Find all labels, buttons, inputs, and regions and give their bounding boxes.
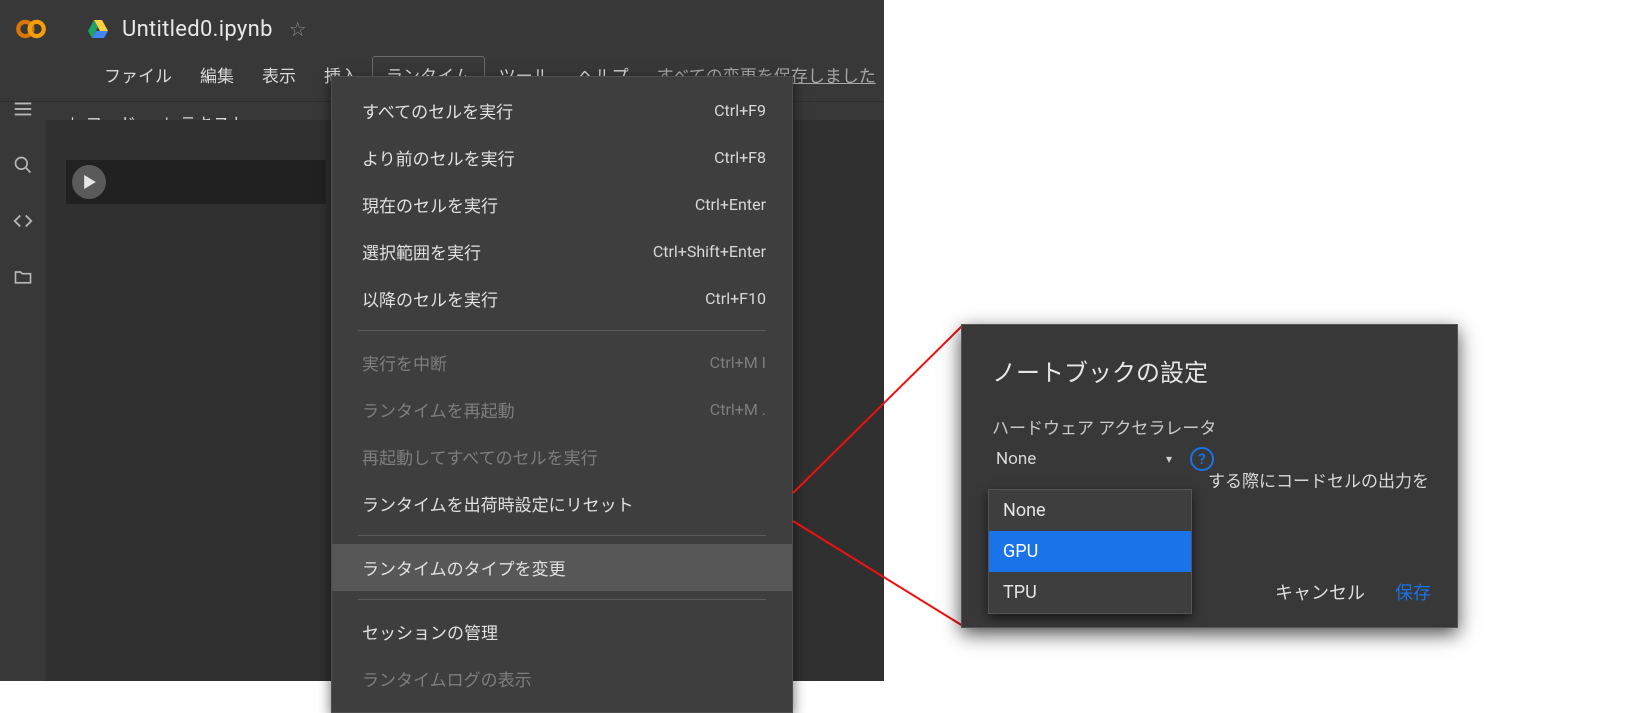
- menu-run-after[interactable]: 以降のセルを実行 Ctrl+F10: [332, 275, 792, 322]
- menu-item-label: ランタイムを再起動: [362, 397, 515, 422]
- menu-interrupt: 実行を中断 Ctrl+M I: [332, 339, 792, 386]
- dialog-title: ノートブックの設定: [992, 353, 1427, 388]
- menu-edit[interactable]: 編集: [186, 56, 248, 93]
- hardware-accelerator-label: ハードウェア アクセラレータ: [992, 414, 1427, 439]
- save-button[interactable]: 保存: [1395, 579, 1431, 605]
- colab-logo-icon: [10, 8, 52, 50]
- runtime-dropdown-menu: すべてのセルを実行 Ctrl+F9 より前のセルを実行 Ctrl+F8 現在のセ…: [331, 76, 793, 713]
- menu-item-label: 選択範囲を実行: [362, 239, 481, 264]
- menu-run-before[interactable]: より前のセルを実行 Ctrl+F8: [332, 134, 792, 181]
- chevron-down-icon: ▾: [1166, 452, 1172, 466]
- menu-item-shortcut: Ctrl+M .: [710, 400, 766, 419]
- menu-item-shortcut: Ctrl+Shift+Enter: [653, 242, 766, 261]
- menu-run-all[interactable]: すべてのセルを実行 Ctrl+F9: [332, 87, 792, 134]
- accelerator-option-none[interactable]: None: [989, 490, 1191, 531]
- menu-manage-sessions[interactable]: セッションの管理: [332, 608, 792, 655]
- menu-item-label: 現在のセルを実行: [362, 192, 498, 217]
- hardware-accelerator-select[interactable]: None ▾: [992, 445, 1176, 473]
- menu-item-shortcut: Ctrl+F9: [714, 101, 766, 120]
- accelerator-option-tpu[interactable]: TPU: [989, 572, 1191, 613]
- menu-separator: [358, 330, 766, 331]
- menu-run-selection[interactable]: 選択範囲を実行 Ctrl+Shift+Enter: [332, 228, 792, 275]
- menu-item-shortcut: Ctrl+Enter: [695, 195, 766, 214]
- menu-restart-run-all: 再起動してすべてのセルを実行: [332, 433, 792, 480]
- menu-item-label: 以降のセルを実行: [362, 286, 498, 311]
- menu-item-shortcut: Ctrl+M I: [710, 353, 766, 372]
- code-snippets-icon[interactable]: [12, 210, 34, 232]
- menu-item-label: より前のセルを実行: [362, 145, 515, 170]
- menu-restart: ランタイムを再起動 Ctrl+M .: [332, 386, 792, 433]
- menu-run-current[interactable]: 現在のセルを実行 Ctrl+Enter: [332, 181, 792, 228]
- code-cell[interactable]: [66, 160, 326, 204]
- menu-view[interactable]: 表示: [248, 56, 310, 93]
- menu-item-label: ランタイムログの表示: [362, 666, 532, 691]
- topbar: Untitled0.ipynb ☆: [0, 0, 884, 50]
- menu-item-label: セッションの管理: [362, 619, 498, 644]
- menu-item-label: ランタイムのタイプを変更: [362, 555, 566, 580]
- star-icon[interactable]: ☆: [289, 17, 307, 41]
- menu-separator: [358, 535, 766, 536]
- notebook-settings-dialog: ノートブックの設定 ハードウェア アクセラレータ None ▾ ? する際にコー…: [961, 324, 1458, 628]
- files-icon[interactable]: [12, 266, 34, 288]
- left-sidebar: [0, 80, 46, 680]
- toc-icon[interactable]: [12, 98, 34, 120]
- menu-item-label: 再起動してすべてのセルを実行: [362, 444, 598, 469]
- colab-window: Untitled0.ipynb ☆ ファイル 編集 表示 挿入 ランタイム ツー…: [0, 0, 884, 681]
- accelerator-dropdown-list: None GPU TPU: [988, 489, 1192, 614]
- search-icon[interactable]: [12, 154, 34, 176]
- menu-item-label: ランタイムを出荷時設定にリセット: [362, 491, 634, 516]
- menu-factory-reset[interactable]: ランタイムを出荷時設定にリセット: [332, 480, 792, 527]
- menu-item-label: すべてのセルを実行: [362, 98, 513, 123]
- run-cell-button[interactable]: [72, 165, 106, 199]
- menu-runtime-logs: ランタイムログの表示: [332, 655, 792, 702]
- menu-separator: [358, 599, 766, 600]
- menu-item-label: 実行を中断: [362, 350, 447, 375]
- menu-change-runtime-type[interactable]: ランタイムのタイプを変更: [332, 544, 792, 591]
- menu-item-shortcut: Ctrl+F8: [714, 148, 766, 167]
- dialog-hint-text: する際にコードセルの出力を: [1208, 467, 1429, 492]
- menu-item-shortcut: Ctrl+F10: [705, 289, 766, 308]
- menu-file[interactable]: ファイル: [90, 56, 186, 93]
- accelerator-option-gpu[interactable]: GPU: [989, 531, 1191, 572]
- drive-icon: [86, 16, 112, 42]
- cancel-button[interactable]: キャンセル: [1275, 579, 1365, 605]
- select-value: None: [996, 449, 1036, 469]
- document-title[interactable]: Untitled0.ipynb: [122, 17, 273, 42]
